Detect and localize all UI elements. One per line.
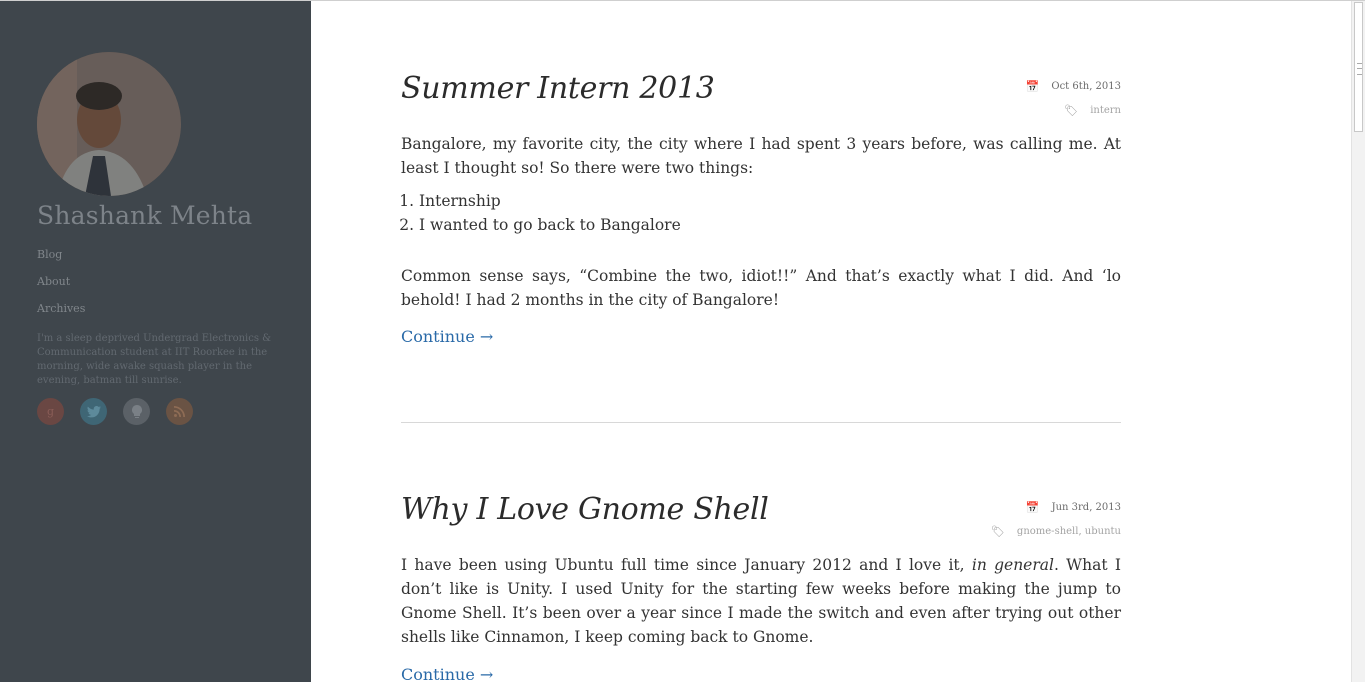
continue-reading-link[interactable]: Continue →: [401, 665, 493, 684]
post-paragraph: Bangalore, my favorite city, the city wh…: [401, 135, 1121, 177]
nav-blog-link[interactable]: Blog: [37, 247, 85, 274]
post-date: Jun 3rd, 2013: [1051, 501, 1121, 513]
nav-about-link[interactable]: About: [37, 274, 85, 301]
avatar-photo: [37, 52, 181, 196]
sidebar: Shashank Mehta Blog About Archives I'm a…: [0, 1, 311, 682]
lightbulb-icon[interactable]: [123, 398, 150, 425]
post-title-link[interactable]: Summer Intern 2013: [401, 71, 715, 106]
twitter-icon[interactable]: [80, 398, 107, 425]
google-plus-icon[interactable]: g: [37, 398, 64, 425]
sidebar-nav: Blog About Archives: [37, 247, 85, 328]
post-title-link[interactable]: Why I Love Gnome Shell: [401, 492, 769, 527]
calendar-icon: 📅: [1025, 500, 1040, 514]
list-item: I wanted to go back to Bangalore: [419, 213, 681, 237]
post-list: Internship I wanted to go back to Bangal…: [401, 189, 681, 237]
scrollbar-thumb[interactable]: [1354, 2, 1363, 132]
emphasis-text: in general: [971, 556, 1054, 574]
rss-icon[interactable]: [166, 398, 193, 425]
calendar-icon: 📅: [1025, 79, 1040, 93]
post-tags[interactable]: intern: [1090, 105, 1121, 116]
tags-icon: 🏷: [1064, 103, 1079, 117]
post-paragraph: Common sense says, “Combine the two, idi…: [401, 267, 1121, 309]
post-meta: 📅 Jun 3rd, 2013 🏷 gnome-shell, ubuntu: [991, 495, 1121, 543]
continue-reading-link[interactable]: Continue →: [401, 327, 493, 346]
tags-icon: 🏷: [990, 524, 1005, 538]
vertical-scrollbar[interactable]: [1351, 1, 1365, 682]
nav-archives-link[interactable]: Archives: [37, 301, 85, 328]
post-tags[interactable]: gnome-shell, ubuntu: [1017, 526, 1121, 537]
post-divider: [401, 422, 1121, 423]
post-paragraph: I have been using Ubuntu full time since…: [401, 553, 1121, 649]
social-links: g: [37, 398, 193, 425]
paragraph-text: I have been using Ubuntu full time since…: [401, 556, 972, 574]
post-date: Oct 6th, 2013: [1051, 80, 1121, 92]
scrollbar-grip-icon: [1357, 63, 1362, 75]
profile-avatar[interactable]: [37, 52, 181, 196]
post-meta: 📅 Oct 6th, 2013 🏷 intern: [1026, 74, 1121, 122]
list-item: Internship: [419, 189, 681, 213]
site-title[interactable]: Shashank Mehta: [37, 201, 252, 230]
author-bio: I'm a sleep deprived Undergrad Electroni…: [37, 333, 272, 386]
